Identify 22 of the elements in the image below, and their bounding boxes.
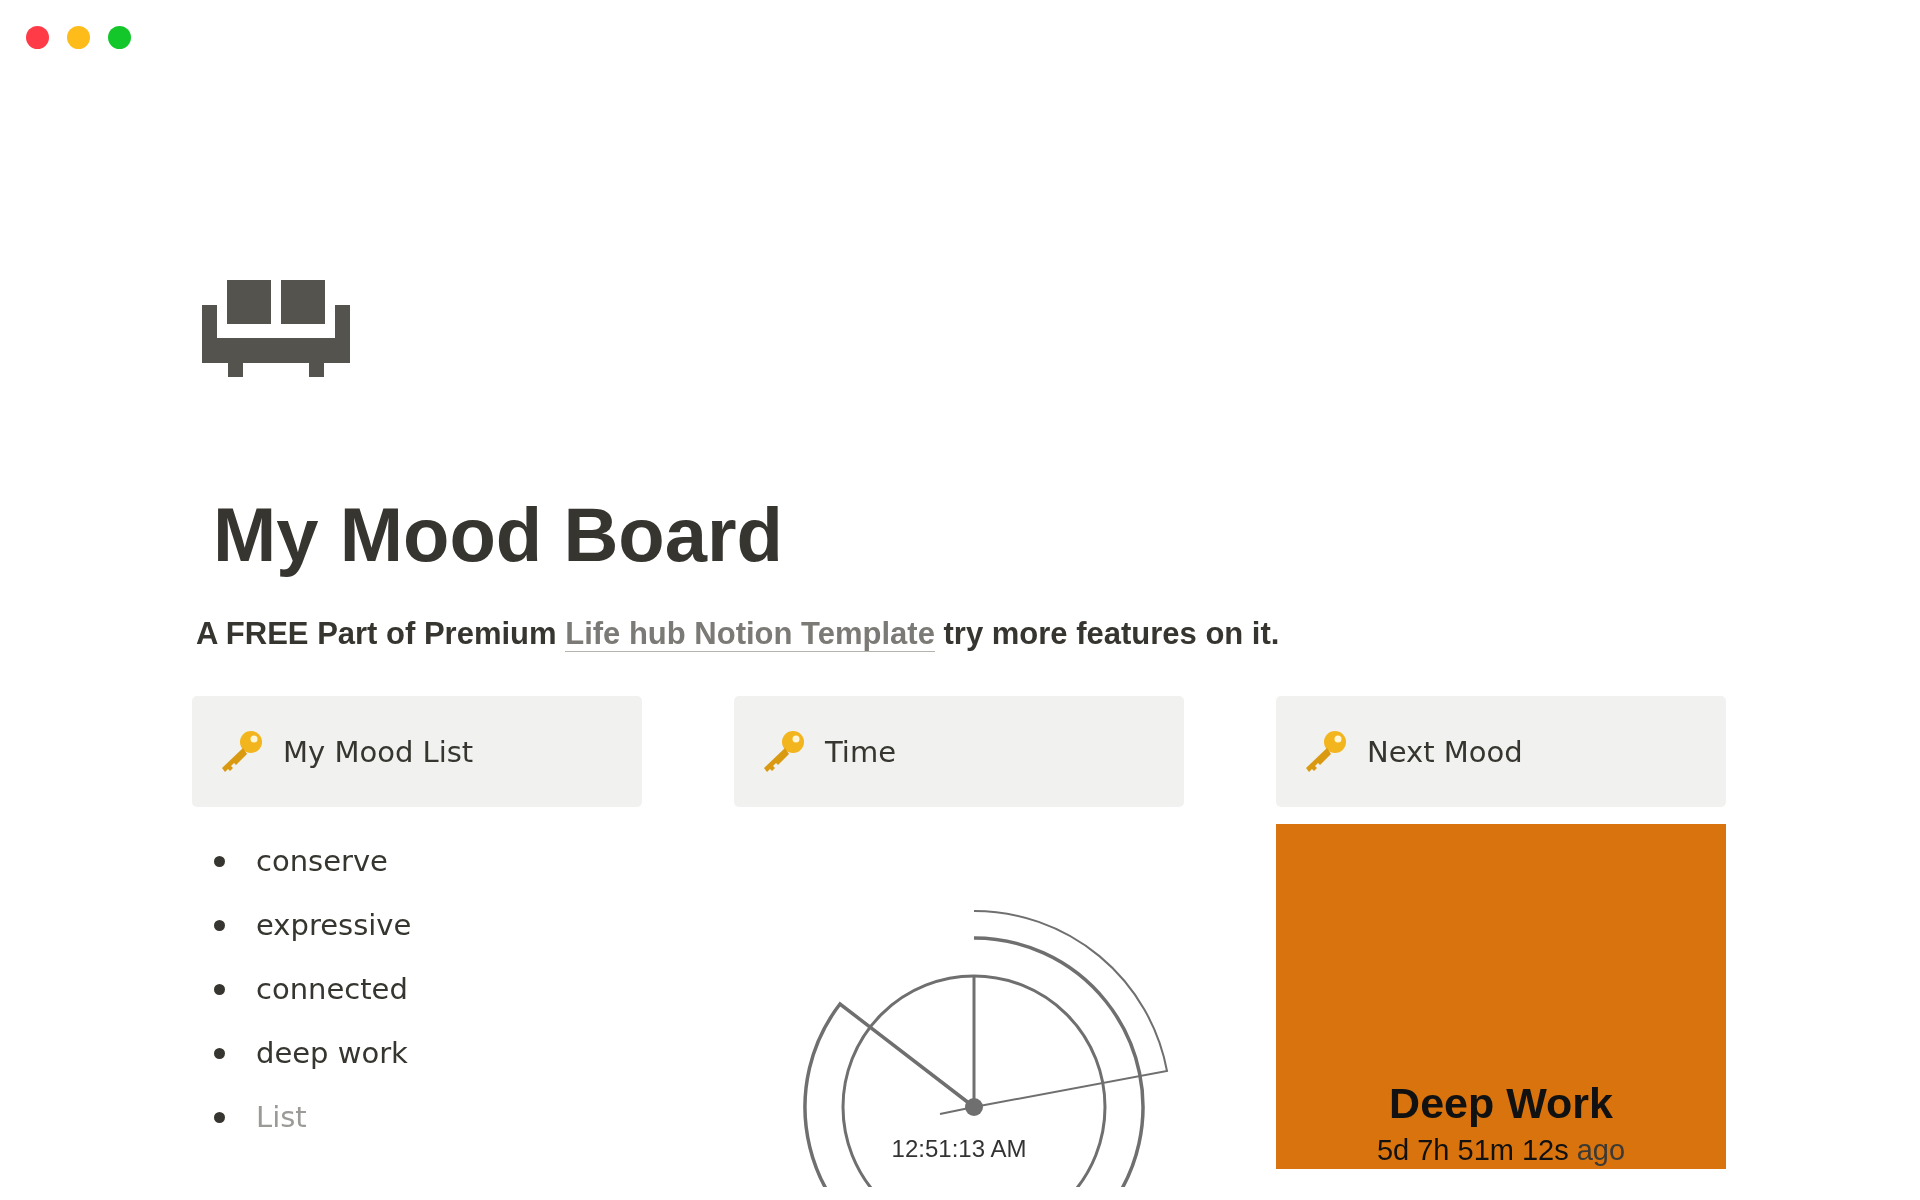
callout-text: My Mood List	[283, 734, 474, 769]
callout-text: Next Mood	[1367, 734, 1523, 769]
bullet-icon	[214, 1111, 225, 1123]
bullet-icon	[214, 1047, 225, 1059]
sofa-icon	[202, 280, 350, 380]
bullet-icon	[214, 983, 225, 995]
elapsed-suffix: ago	[1576, 1134, 1626, 1167]
bullet-icon	[214, 919, 225, 931]
close-button[interactable]	[26, 26, 49, 49]
callout-text: Time	[825, 734, 896, 769]
bullet-icon	[214, 855, 225, 867]
subtitle-text: A FREE Part of Premium Life hub Notion Template try more features on it.	[196, 616, 1281, 652]
zoom-button[interactable]	[108, 26, 131, 49]
page-title: My Mood Board	[213, 491, 784, 579]
elapsed-time: 5d 7h 51m 12s	[1376, 1134, 1569, 1167]
list-item[interactable]: connected	[256, 972, 408, 1006]
list-item[interactable]: deep work	[256, 1036, 408, 1070]
minimize-button[interactable]	[67, 26, 90, 49]
template-link[interactable]: Life hub Notion Template	[565, 616, 935, 652]
mood-title: Deep Work	[1389, 1079, 1613, 1128]
list-item[interactable]: expressive	[256, 908, 412, 942]
list-item[interactable]: conserve	[256, 844, 388, 878]
